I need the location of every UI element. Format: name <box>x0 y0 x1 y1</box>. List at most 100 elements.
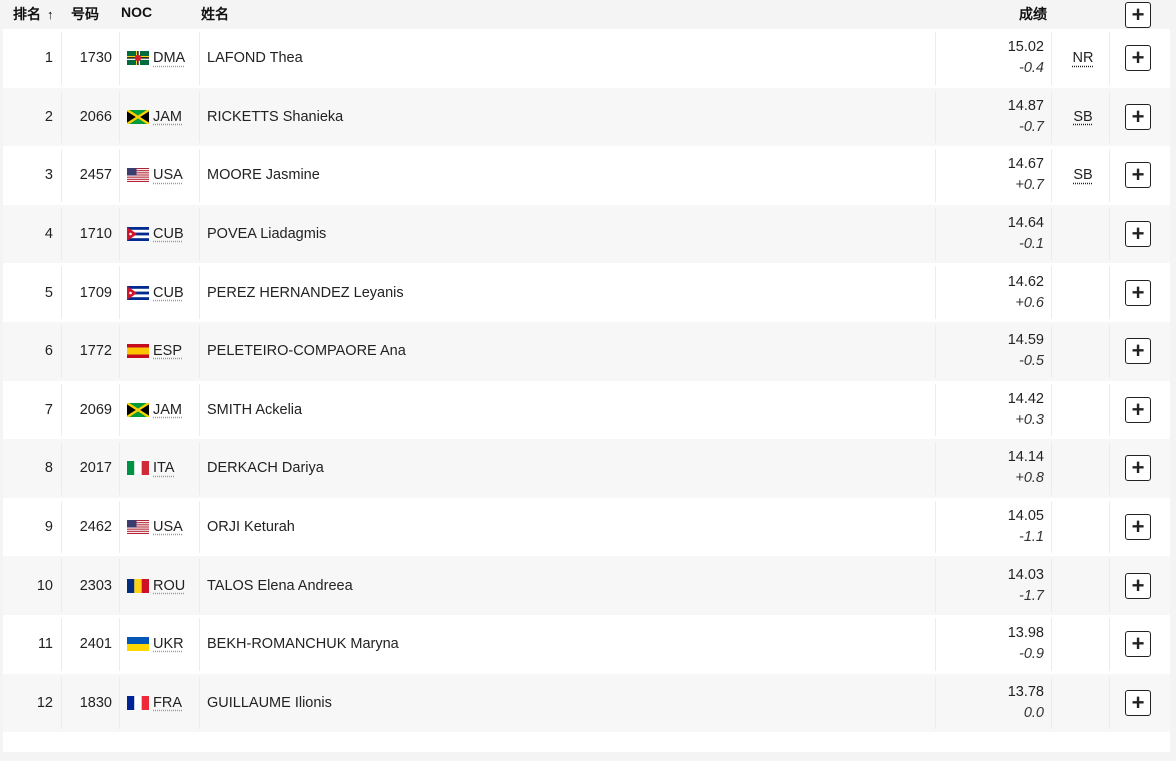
noc-cell: FRA <box>127 674 182 733</box>
mark-cell: 14.67 +0.7 <box>938 146 1044 205</box>
mark-cell: 14.03 -1.7 <box>938 556 1044 615</box>
sort-arrow-icon[interactable]: ↑ <box>47 7 54 22</box>
rank-cell: 12 <box>36 694 53 711</box>
expand-row-button[interactable]: + <box>1125 279 1151 306</box>
noc-code[interactable]: JAM <box>153 402 182 418</box>
record-badge[interactable]: SB <box>1063 88 1103 147</box>
athlete-name: ORJI Keturah <box>207 519 295 536</box>
noc-code[interactable]: UKR <box>153 636 184 652</box>
athlete-name: BEKH-ROMANCHUK Maryna <box>207 636 399 653</box>
dma-flag-icon <box>127 51 149 66</box>
table-row: 10 2303 ROU TALOS Elena Andreea 14.03 -1… <box>3 556 1170 615</box>
rank-cell: 7 <box>44 401 53 418</box>
record-badge[interactable]: NR <box>1063 29 1103 88</box>
noc-code[interactable]: ITA <box>153 460 174 476</box>
expand-row-button[interactable]: + <box>1125 631 1151 658</box>
wind-value: -0.1 <box>1019 236 1044 253</box>
noc-code[interactable]: CUB <box>153 285 184 301</box>
mark-cell: 13.98 -0.9 <box>938 615 1044 674</box>
table-row: 3 2457 USA MOORE Jasmine 14.67 +0.7 SB + <box>3 146 1170 205</box>
expand-row-button[interactable]: + <box>1125 338 1151 365</box>
record-badge[interactable] <box>1063 205 1103 264</box>
expand-row-button[interactable]: + <box>1125 455 1151 482</box>
mark-value: 13.78 <box>1007 683 1044 700</box>
usa-flag-icon <box>127 168 149 183</box>
record-badge[interactable] <box>1063 381 1103 440</box>
bib-cell: 2462 <box>79 519 112 536</box>
bib-cell: 1710 <box>79 226 112 243</box>
rank-cell: 1 <box>44 50 53 67</box>
noc-code[interactable]: JAM <box>153 109 182 125</box>
rank-header-label: 排名 <box>13 6 41 22</box>
rank-cell: 4 <box>44 226 53 243</box>
mark-cell: 14.64 -0.1 <box>938 205 1044 264</box>
expand-row-button[interactable]: + <box>1125 221 1151 248</box>
noc-cell: ROU <box>127 556 185 615</box>
rank-cell: 10 <box>36 577 53 594</box>
noc-code[interactable]: DMA <box>153 50 185 66</box>
record-badge[interactable]: SB <box>1063 146 1103 205</box>
record-badge[interactable] <box>1063 322 1103 381</box>
wind-value: -0.4 <box>1019 60 1044 77</box>
record-badge[interactable] <box>1063 439 1103 498</box>
expand-row-button[interactable]: + <box>1125 45 1151 72</box>
mark-value: 14.42 <box>1007 390 1044 407</box>
mark-value: 15.02 <box>1007 39 1044 56</box>
rank-cell: 5 <box>44 284 53 301</box>
mark-value: 14.64 <box>1007 215 1044 232</box>
table-row: 2 2066 JAM RICKETTS Shanieka 14.87 -0.7 … <box>3 87 1170 147</box>
table-footer <box>3 732 1170 753</box>
noc-code[interactable]: ROU <box>153 578 185 594</box>
record-badge[interactable] <box>1063 498 1103 557</box>
table-row: 6 1772 ESP PELETEIRO-COMPAORE Ana 14.59 … <box>3 321 1170 381</box>
athlete-name: GUILLAUME Ilionis <box>207 694 332 711</box>
jam-flag-icon <box>126 401 150 418</box>
wind-value: -0.7 <box>1019 118 1044 135</box>
bib-cell: 2069 <box>79 401 112 418</box>
noc-cell: UKR <box>127 615 184 674</box>
ukr-flag-icon <box>127 637 149 652</box>
rank-cell: 6 <box>44 343 53 360</box>
table-row: 12 1830 FRA GUILLAUME Ilionis 13.78 0.0 … <box>3 673 1170 733</box>
noc-code[interactable]: USA <box>153 167 183 183</box>
mark-cell: 15.02 -0.4 <box>938 29 1044 88</box>
expand-row-button[interactable]: + <box>1125 572 1151 599</box>
mark-value: 14.03 <box>1007 566 1044 583</box>
table-row: 4 1710 CUB POVEA Liadagmis 14.64 -0.1 + <box>3 204 1170 264</box>
record-badge[interactable] <box>1063 263 1103 322</box>
bib-cell: 1772 <box>79 343 112 360</box>
mark-value: 14.59 <box>1007 332 1044 349</box>
expand-row-button[interactable]: + <box>1125 514 1151 541</box>
rank-cell: 3 <box>44 167 53 184</box>
wind-value: -1.7 <box>1019 587 1044 604</box>
noc-cell: CUB <box>127 205 184 264</box>
mark-cell: 14.14 +0.8 <box>938 439 1044 498</box>
noc-code[interactable]: CUB <box>153 226 184 242</box>
noc-code[interactable]: USA <box>153 519 183 535</box>
record-badge[interactable] <box>1063 615 1103 674</box>
mark-cell: 14.05 -1.1 <box>938 498 1044 557</box>
expand-row-button[interactable]: + <box>1125 689 1151 716</box>
mark-cell: 14.87 -0.7 <box>938 88 1044 147</box>
athlete-name: PELETEIRO-COMPAORE Ana <box>207 343 406 360</box>
mark-value: 14.87 <box>1007 97 1044 114</box>
athlete-name: DERKACH Dariya <box>207 460 324 477</box>
athlete-name: PEREZ HERNANDEZ Leyanis <box>207 284 404 301</box>
wind-value: +0.3 <box>1015 411 1044 428</box>
rank-column-header[interactable]: 排名 ↑ <box>13 4 54 24</box>
bib-cell: 2066 <box>79 108 112 125</box>
record-badge[interactable] <box>1063 674 1103 733</box>
noc-cell: ITA <box>127 439 174 498</box>
expand-all-button[interactable]: + <box>1125 2 1151 28</box>
rank-cell: 2 <box>44 108 53 125</box>
noc-column-header: NOC <box>121 4 153 20</box>
table-row: 1 1730 DMA LAFOND Thea 15.02 -0.4 NR + <box>3 29 1170 88</box>
expand-row-button[interactable]: + <box>1125 103 1151 130</box>
expand-row-button[interactable]: + <box>1125 396 1151 423</box>
bib-cell: 1830 <box>79 694 112 711</box>
noc-code[interactable]: ESP <box>153 343 182 359</box>
record-badge[interactable] <box>1063 556 1103 615</box>
wind-value: +0.7 <box>1015 177 1044 194</box>
noc-code[interactable]: FRA <box>153 695 182 711</box>
expand-row-button[interactable]: + <box>1125 162 1151 189</box>
